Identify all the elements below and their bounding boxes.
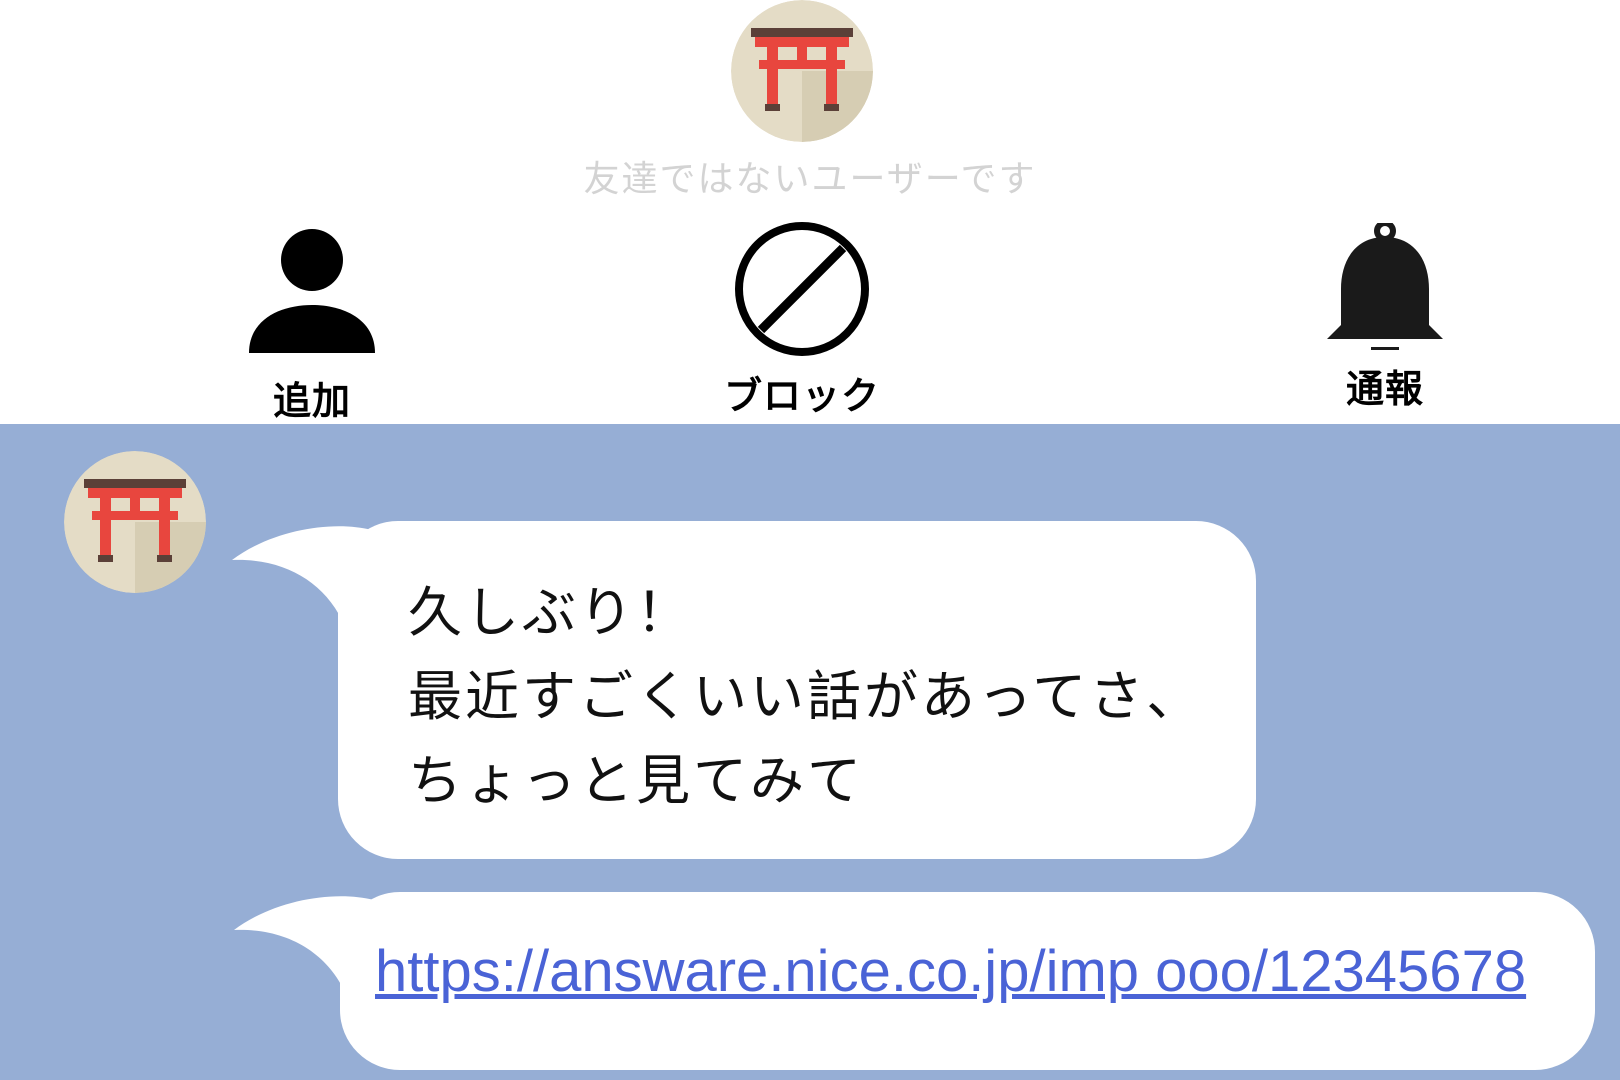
- sender-avatar[interactable]: [64, 451, 206, 593]
- message-bubble[interactable]: https://answare.nice.co.jp/imp ooo/12345…: [340, 892, 1595, 1070]
- non-friend-notice: 友達ではないユーザーです: [583, 159, 1037, 200]
- person-icon: [249, 229, 375, 353]
- profile-header: 友達ではないユーザーです 追加 ブロック 通報: [0, 0, 1620, 424]
- torii-gate-icon: [731, 0, 873, 142]
- torii-gate-icon: [64, 451, 206, 593]
- bell-icon: [1327, 223, 1443, 350]
- add-friend-label: 追加: [272, 379, 351, 423]
- prohibited-icon: [735, 222, 869, 356]
- block-label: ブロック: [723, 374, 880, 418]
- report-button[interactable]: 通報: [1255, 215, 1515, 415]
- message-bubble[interactable]: 久しぶり！ 最近すごくいい話があってさ、 ちょっと見てみて: [338, 521, 1256, 859]
- message-text: 久しぶり！ 最近すごくいい話があってさ、 ちょっと見てみて: [408, 581, 1204, 812]
- chat-area[interactable]: 久しぶり！ 最近すごくいい話があってさ、 ちょっと見てみて https://an…: [0, 424, 1620, 1080]
- block-button[interactable]: ブロック: [672, 215, 932, 418]
- report-label: 通報: [1345, 367, 1424, 411]
- message-link[interactable]: https://answare.nice.co.jp/imp ooo/12345…: [375, 938, 1526, 1005]
- add-friend-button[interactable]: 追加: [182, 215, 442, 423]
- profile-avatar[interactable]: [731, 0, 873, 142]
